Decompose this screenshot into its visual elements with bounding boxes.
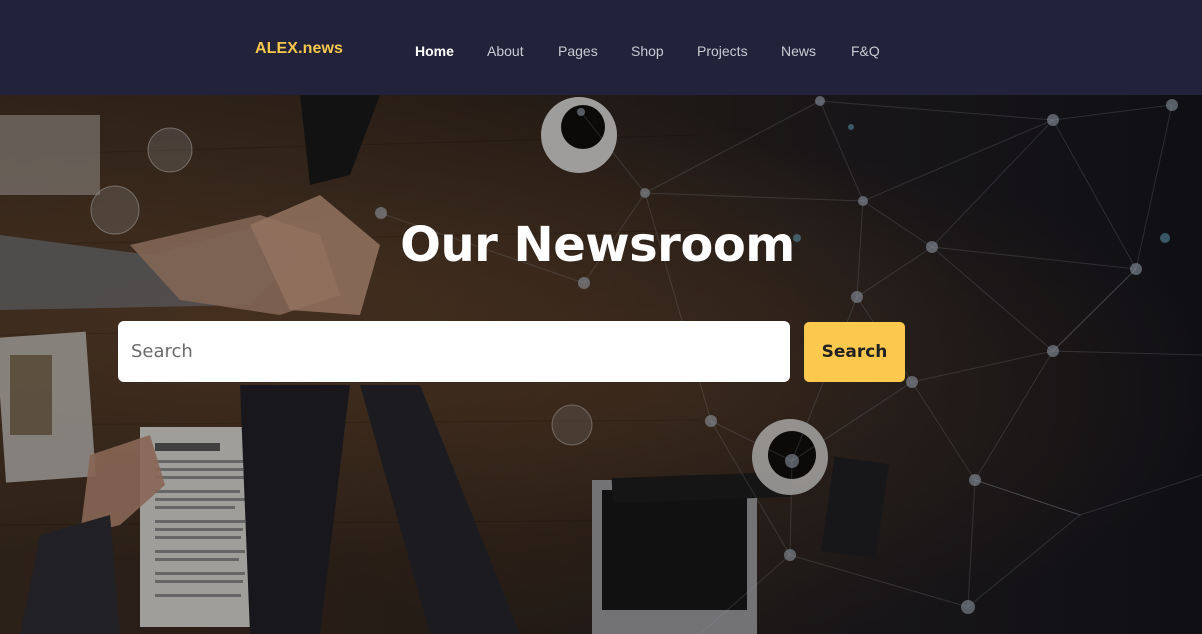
nav-item-projects[interactable]: Projects [697, 43, 748, 59]
search-button[interactable]: Search [804, 322, 905, 382]
nav-item-pages[interactable]: Pages [558, 43, 598, 59]
nav-item-about[interactable]: About [487, 43, 524, 59]
nav-item-home[interactable]: Home [415, 43, 454, 59]
nav-item-news[interactable]: News [781, 43, 816, 59]
hero-section: Our Newsroom Search [0, 95, 1202, 634]
top-navbar: ALEX.news Home About Pages Shop Projects… [0, 0, 1202, 95]
search-input[interactable] [118, 321, 790, 382]
page-title: Our Newsroom [400, 217, 795, 273]
main-nav: Home About Pages Shop Projects News F&Q [0, 0, 1202, 95]
nav-item-faq[interactable]: F&Q [851, 43, 880, 59]
nav-item-shop[interactable]: Shop [631, 43, 664, 59]
